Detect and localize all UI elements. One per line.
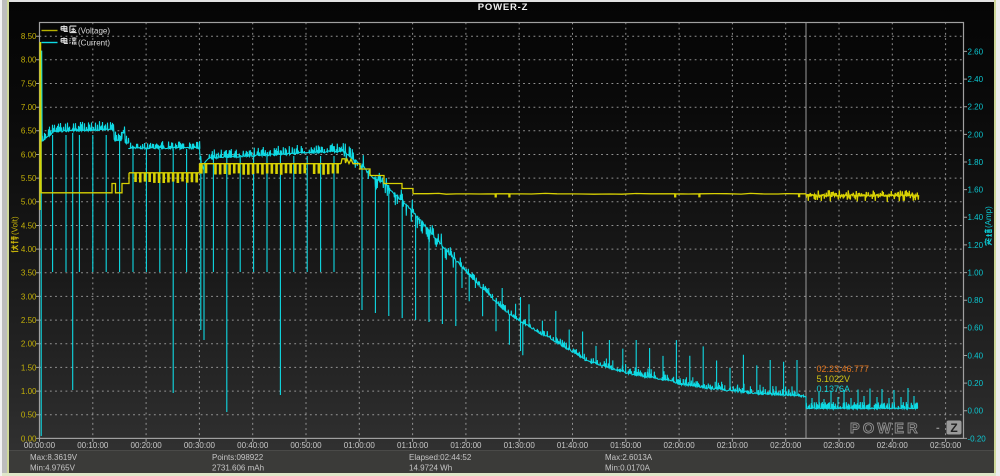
svg-text:8.50: 8.50 xyxy=(21,32,37,41)
svg-text:0.1376A: 0.1376A xyxy=(817,384,851,394)
svg-text:5.1022V: 5.1022V xyxy=(817,374,851,384)
svg-text:0.00: 0.00 xyxy=(968,407,984,416)
svg-text:2.50: 2.50 xyxy=(21,316,37,325)
svg-text:2.60: 2.60 xyxy=(968,47,984,56)
svg-text:2.00: 2.00 xyxy=(968,130,984,139)
svg-text:1.40: 1.40 xyxy=(968,213,984,222)
svg-text:0.60: 0.60 xyxy=(968,324,984,333)
svg-text:01:30:00: 01:30:00 xyxy=(504,441,536,450)
svg-text:5.50: 5.50 xyxy=(21,174,37,183)
svg-text:-: - xyxy=(936,422,940,434)
svg-text:2.00: 2.00 xyxy=(21,340,37,349)
svg-text:14.9724 Wh: 14.9724 Wh xyxy=(409,464,452,473)
svg-text:1.00: 1.00 xyxy=(21,387,37,396)
svg-text:6.50: 6.50 xyxy=(21,127,37,136)
svg-text:00:10:00: 00:10:00 xyxy=(77,441,109,450)
svg-text:0.40: 0.40 xyxy=(968,351,984,360)
svg-text:7.50: 7.50 xyxy=(21,79,37,88)
svg-text:(Current): (Current) xyxy=(78,39,110,48)
svg-text:POWER: POWER xyxy=(850,421,921,437)
svg-text:01:20:00: 01:20:00 xyxy=(450,441,482,450)
svg-text:2731.606 mAh: 2731.606 mAh xyxy=(212,464,264,473)
svg-text:01:10:00: 01:10:00 xyxy=(397,441,429,450)
svg-text:7.00: 7.00 xyxy=(21,103,37,112)
svg-text:1.20: 1.20 xyxy=(968,241,984,250)
svg-text:6.00: 6.00 xyxy=(21,150,37,159)
svg-text:0.20: 0.20 xyxy=(968,379,984,388)
svg-text:Max:2.6013A: Max:2.6013A xyxy=(605,453,653,462)
svg-text:02:00:00: 02:00:00 xyxy=(664,441,696,450)
svg-text:00:30:00: 00:30:00 xyxy=(184,441,216,450)
svg-text:3.00: 3.00 xyxy=(21,292,37,301)
svg-text:02:10:00: 02:10:00 xyxy=(717,441,749,450)
svg-text:Max:8.3619V: Max:8.3619V xyxy=(30,453,78,462)
svg-text:POWER-Z: POWER-Z xyxy=(478,2,528,13)
svg-text:Z: Z xyxy=(950,421,957,435)
svg-text:Min:4.9765V: Min:4.9765V xyxy=(30,464,76,473)
svg-text:Points:098922: Points:098922 xyxy=(212,453,264,462)
svg-text:0.50: 0.50 xyxy=(21,411,37,420)
svg-text:02:23:46.777: 02:23:46.777 xyxy=(817,364,870,374)
svg-text:4.00: 4.00 xyxy=(21,245,37,254)
svg-text:02:30:00: 02:30:00 xyxy=(823,441,855,450)
svg-text:(Volt): (Volt) xyxy=(11,216,20,235)
svg-text:Min:0.0170A: Min:0.0170A xyxy=(605,464,651,473)
svg-text:1.60: 1.60 xyxy=(968,186,984,195)
svg-text:1.50: 1.50 xyxy=(21,363,37,372)
svg-text:2.40: 2.40 xyxy=(968,75,984,84)
svg-text:01:40:00: 01:40:00 xyxy=(557,441,589,450)
svg-text:4.50: 4.50 xyxy=(21,221,37,230)
svg-text:01:00:00: 01:00:00 xyxy=(344,441,376,450)
svg-text:1.00: 1.00 xyxy=(968,269,984,278)
svg-text:-0.20: -0.20 xyxy=(968,434,987,443)
svg-text:5.00: 5.00 xyxy=(21,198,37,207)
svg-text:02:50:00: 02:50:00 xyxy=(930,441,962,450)
svg-text:00:40:00: 00:40:00 xyxy=(237,441,269,450)
svg-text:02:40:00: 02:40:00 xyxy=(877,441,909,450)
svg-text:01:50:00: 01:50:00 xyxy=(610,441,642,450)
svg-text:(Amp): (Amp) xyxy=(984,206,993,228)
svg-text:3.50: 3.50 xyxy=(21,269,37,278)
svg-text:8.00: 8.00 xyxy=(21,56,37,65)
svg-text:00:50:00: 00:50:00 xyxy=(290,441,322,450)
svg-text:(Voltage): (Voltage) xyxy=(78,27,110,36)
svg-text:00:00:00: 00:00:00 xyxy=(24,441,56,450)
svg-text:1.80: 1.80 xyxy=(968,158,984,167)
svg-text:00:20:00: 00:20:00 xyxy=(131,441,163,450)
svg-text:02:20:00: 02:20:00 xyxy=(770,441,802,450)
svg-text:Elapsed:02:44:52: Elapsed:02:44:52 xyxy=(409,453,472,462)
svg-text:0.80: 0.80 xyxy=(968,296,984,305)
svg-text:2.20: 2.20 xyxy=(968,103,984,112)
